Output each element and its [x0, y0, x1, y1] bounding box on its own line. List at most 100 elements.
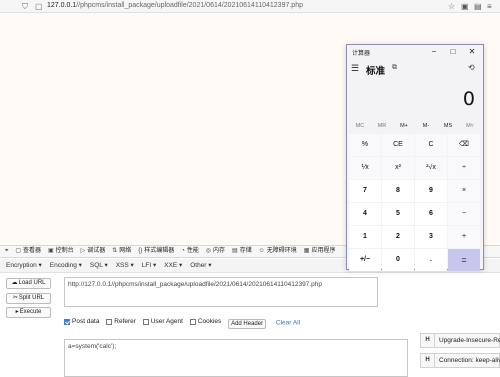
digit-8-key[interactable]: 8: [382, 180, 414, 202]
minimize-icon[interactable]: −: [427, 46, 441, 57]
shield-icon[interactable]: ⛉: [22, 2, 28, 11]
history-icon[interactable]: ⟲: [468, 63, 475, 72]
debugger-icon: ▷: [80, 248, 86, 254]
header-tag: H: [421, 334, 435, 347]
play-icon: ▸: [15, 309, 19, 315]
style-editor-icon: {}: [138, 248, 143, 254]
backspace-key[interactable]: ⌫: [448, 134, 480, 156]
post-data-checkbox[interactable]: Post data: [64, 318, 99, 325]
checkbox-unchecked[interactable]: [189, 318, 196, 325]
user-agent-checkbox[interactable]: User Agent: [142, 318, 183, 325]
memory-icon: ◎: [205, 248, 212, 254]
digit-6-key[interactable]: 6: [415, 203, 447, 225]
reciprocal-key[interactable]: ⅟x: [349, 157, 381, 179]
mem-subtract-button[interactable]: M-: [417, 123, 435, 129]
header-value: Upgrade-Insecure-Requ: [439, 337, 500, 344]
bookmark-icon[interactable]: ☆: [448, 2, 455, 11]
storage-icon: ▤: [232, 248, 238, 254]
tab-console[interactable]: ▣ 控制台: [48, 246, 74, 257]
tab-accessibility[interactable]: ☺ 无障碍环境: [259, 246, 297, 257]
calculator-mode: 标准: [366, 66, 386, 77]
network-icon: ⇅: [112, 248, 118, 254]
hamburger-menu-icon[interactable]: ☰: [351, 63, 359, 74]
application-icon: ▦: [303, 248, 310, 254]
calculator-display: 0: [462, 88, 475, 110]
menu-other[interactable]: Other ▾: [190, 259, 211, 273]
page-info-icon[interactable]: ▢: [35, 2, 43, 11]
tab-style-editor[interactable]: {} 样式编辑器: [138, 246, 174, 257]
decimal-key[interactable]: .: [415, 249, 447, 271]
split-url-button[interactable]: ✂Split URL: [6, 293, 51, 304]
digit-5-key[interactable]: 5: [382, 203, 414, 225]
header-value: Connection: keep-alive: [439, 357, 500, 364]
mem-recall-button[interactable]: MR: [373, 123, 391, 129]
add-key[interactable]: +: [448, 226, 480, 248]
tab-performance[interactable]: ◔ 性能: [181, 246, 199, 257]
calculator-titlebar[interactable]: 计算器 − □ ✕: [347, 45, 483, 58]
mem-clear-button[interactable]: MC: [351, 123, 369, 129]
header-row[interactable]: H Connection: keep-alive: [420, 353, 500, 368]
subtract-key[interactable]: −: [448, 203, 480, 225]
keep-on-top-icon[interactable]: ⧉: [392, 64, 397, 72]
menu-encryption[interactable]: Encryption ▾: [6, 259, 42, 273]
inspector-icon: ▢: [15, 248, 22, 254]
console-icon: ▣: [47, 248, 54, 254]
menu-lfi[interactable]: LFI ▾: [142, 259, 156, 273]
address-bar: ⛉ ▢ 127.0.0.1//phpcms/install_package/up…: [0, 0, 500, 13]
menu-xxe[interactable]: XXE ▾: [164, 259, 182, 273]
calculator-title: 计算器: [352, 51, 371, 57]
maximize-icon[interactable]: □: [446, 46, 460, 57]
digit-9-key[interactable]: 9: [415, 180, 447, 202]
performance-icon: ◔: [181, 248, 185, 254]
digit-1-key[interactable]: 1: [349, 226, 381, 248]
checkbox-unchecked[interactable]: [106, 318, 113, 325]
extension-icon[interactable]: ▣: [461, 2, 469, 11]
menu-sql[interactable]: SQL ▾: [90, 259, 108, 273]
menu-xss[interactable]: XSS ▾: [116, 259, 134, 273]
tab-debugger[interactable]: ▷ 调试器: [81, 246, 106, 257]
digit-3-key[interactable]: 3: [415, 226, 447, 248]
checkbox-unchecked[interactable]: [142, 318, 149, 325]
divide-key[interactable]: ÷: [448, 157, 480, 179]
mem-list-button[interactable]: M˅: [461, 123, 479, 129]
checkbox-checked[interactable]: [64, 318, 70, 325]
devtools-pick-icon[interactable]: ⌖: [5, 246, 8, 257]
split-icon: ✂: [12, 295, 18, 301]
accessibility-icon: ☺: [258, 248, 265, 254]
negate-key[interactable]: +/−: [349, 249, 381, 271]
tab-inspector[interactable]: ▢ 查看器: [15, 246, 41, 257]
referer-checkbox[interactable]: Referer: [106, 318, 136, 325]
cloud-download-icon: ☁: [11, 280, 18, 286]
mem-add-button[interactable]: M+: [395, 123, 413, 129]
cookies-checkbox[interactable]: Cookies: [189, 318, 221, 325]
digit-4-key[interactable]: 4: [349, 203, 381, 225]
load-url-button[interactable]: ☁Load URL: [6, 278, 51, 289]
mem-store-button[interactable]: MS: [439, 123, 457, 129]
menu-icon[interactable]: ≡: [487, 2, 492, 11]
translate-icon[interactable]: ▤: [474, 2, 482, 11]
header-row[interactable]: H Upgrade-Insecure-Requ: [420, 333, 500, 348]
menu-encoding[interactable]: Encoding ▾: [50, 259, 82, 273]
hackbar-options: Post data Referer User Agent Cookies Add…: [64, 318, 300, 329]
percent-key[interactable]: %: [349, 134, 381, 156]
url-field[interactable]: 127.0.0.1//phpcms/install_package/upload…: [47, 2, 303, 9]
add-header-button[interactable]: Add Header: [228, 318, 267, 329]
tab-storage[interactable]: ▤ 存储: [232, 246, 252, 257]
tab-memory[interactable]: ◎ 内存: [206, 246, 225, 257]
clear-entry-key[interactable]: CE: [382, 134, 414, 156]
post-data-input[interactable]: a=system('calc');: [64, 339, 408, 377]
sqrt-key[interactable]: ²√x: [415, 157, 447, 179]
hackbar-url-input[interactable]: http://127.0.0.1//phpcms/install_package…: [64, 277, 378, 307]
multiply-key[interactable]: ×: [448, 180, 480, 202]
digit-7-key[interactable]: 7: [349, 180, 381, 202]
digit-0-key[interactable]: 0: [382, 249, 414, 271]
tab-network[interactable]: ⇅ 网络: [112, 246, 131, 257]
digit-2-key[interactable]: 2: [382, 226, 414, 248]
clear-key[interactable]: C: [415, 134, 447, 156]
close-icon[interactable]: ✕: [465, 46, 479, 57]
clear-all-link[interactable]: Clear All: [276, 320, 300, 327]
equals-key[interactable]: =: [448, 249, 480, 271]
square-key[interactable]: x²: [382, 157, 414, 179]
tab-application[interactable]: ▦ 应用程序: [304, 246, 336, 257]
execute-button[interactable]: ▸Execute: [6, 307, 51, 318]
